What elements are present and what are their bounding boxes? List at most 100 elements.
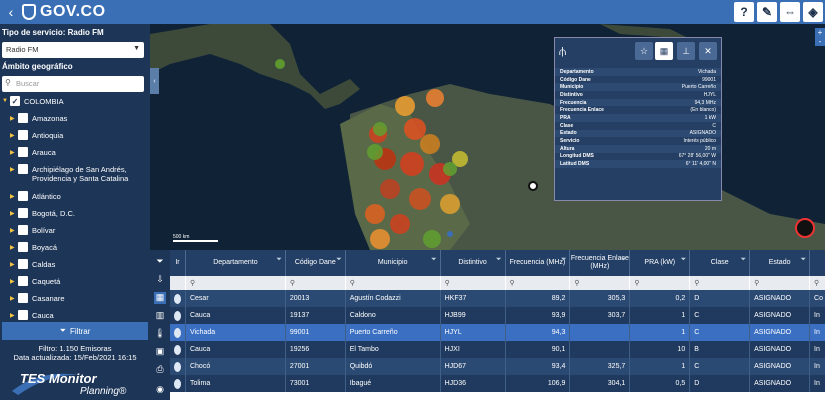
checkbox[interactable]: [18, 242, 28, 252]
column-header[interactable]: Frecuencia Enlace (MHz) ⏷: [570, 250, 631, 276]
back-button[interactable]: ‹: [0, 0, 22, 24]
column-header[interactable]: Frecuencia (MHz) ⏷: [506, 250, 571, 276]
column-filter-input[interactable]: [170, 276, 186, 290]
tree-item[interactable]: ▶ Amazonas: [10, 113, 67, 123]
checkbox[interactable]: [18, 164, 28, 174]
checkbox[interactable]: [18, 191, 28, 201]
checkbox[interactable]: [18, 293, 28, 303]
caret-right-icon[interactable]: ▶: [10, 193, 18, 200]
table-row[interactable]: Cauca 19137 Caldono HJB99 93,9 303,7 1 C ASIGNAD…: [170, 307, 825, 324]
checkbox[interactable]: [18, 259, 28, 269]
tree-item[interactable]: ▶ Cauca: [10, 310, 54, 320]
search-input[interactable]: ⚲ Buscar: [2, 76, 144, 92]
column-filter-input[interactable]: ⚲: [285, 276, 346, 290]
popup-table-button[interactable]: ▦: [655, 42, 673, 60]
filter-button[interactable]: ⏷ Filtrar: [2, 322, 148, 340]
column-filter-input[interactable]: ⚲: [690, 276, 751, 290]
tree-item[interactable]: ▶ Bolívar: [10, 225, 55, 235]
edit-button[interactable]: ✎: [757, 2, 777, 22]
column-header[interactable]: Departamento ⏷: [186, 250, 286, 276]
caret-right-icon[interactable]: ▶: [10, 261, 18, 268]
table-row[interactable]: Tolima 73001 Ibagué HJD36 106,9 304,1 0,5 D ASIG…: [170, 375, 825, 392]
checkbox[interactable]: [18, 113, 28, 123]
column-filter-input[interactable]: ⚲: [750, 276, 811, 290]
tree-item[interactable]: ▶ Boyacá: [10, 242, 57, 252]
column-filter-icon[interactable]: ⏷: [741, 256, 747, 264]
table-icon[interactable]: ▦: [154, 292, 166, 304]
service-select[interactable]: Radio FM ▼: [2, 42, 144, 58]
tree-item[interactable]: ▶ Atlántico: [10, 191, 61, 201]
column-header[interactable]: Código Dane ⏷: [286, 250, 346, 276]
column-filter-input[interactable]: ⚲: [345, 276, 441, 290]
caret-down-icon[interactable]: ▼: [2, 98, 10, 104]
tree-item[interactable]: ▶ Casanare: [10, 293, 65, 303]
compass-icon[interactable]: [795, 218, 815, 238]
column-filter-input[interactable]: ⚲: [810, 276, 825, 290]
checkbox[interactable]: [18, 208, 28, 218]
column-header[interactable]: Municipio ⏷: [346, 250, 441, 276]
resize-button[interactable]: ⇔: [780, 2, 800, 22]
column-filter-icon[interactable]: ⏷: [276, 256, 282, 264]
tree-item[interactable]: ▶ Caquetá: [10, 276, 60, 286]
column-filter-input[interactable]: ⚲: [440, 276, 506, 290]
column-filter-icon[interactable]: ⏷: [561, 256, 567, 264]
column-header[interactable]: Clase ⏷: [690, 250, 751, 276]
row-locate-cell[interactable]: [170, 341, 186, 358]
layers-button[interactable]: ◈: [803, 2, 823, 22]
checkbox[interactable]: [18, 147, 28, 157]
caret-right-icon[interactable]: ▶: [10, 312, 18, 319]
image-icon[interactable]: ▣: [154, 346, 166, 358]
map-view[interactable]: [150, 24, 825, 250]
column-filter-icon[interactable]: ⏷: [800, 256, 806, 264]
checkbox[interactable]: [18, 130, 28, 140]
row-locate-cell[interactable]: [170, 324, 186, 341]
column-header[interactable]: Distintivo ⏷: [441, 250, 506, 276]
caret-right-icon[interactable]: ▶: [10, 227, 18, 234]
column-filter-icon[interactable]: ⏷: [336, 256, 342, 264]
column-filter-input[interactable]: ⚲: [185, 276, 286, 290]
table-row[interactable]: Chocó 27001 Quibdó HJD67 93,4 325,7 1 C ASIGNADO…: [170, 358, 825, 375]
column-header[interactable]: Estado ⏷: [750, 250, 811, 276]
checkbox[interactable]: [18, 310, 28, 320]
column-filter-input[interactable]: ⚲: [505, 276, 571, 290]
caret-right-icon[interactable]: ▶: [10, 166, 18, 173]
row-locate-cell[interactable]: [170, 358, 186, 375]
chart-icon[interactable]: ▥: [154, 310, 166, 322]
caret-right-icon[interactable]: ▶: [10, 149, 18, 156]
popup-pin-button[interactable]: ⊥: [677, 42, 695, 60]
caret-right-icon[interactable]: ▶: [10, 244, 18, 251]
caret-right-icon[interactable]: ▶: [10, 295, 18, 302]
caret-right-icon[interactable]: ▶: [10, 210, 18, 217]
thermometer-icon[interactable]: 🌡︎: [154, 328, 166, 340]
column-filter-icon[interactable]: ⏷: [496, 256, 502, 264]
zoom-out-button[interactable]: -: [815, 37, 825, 46]
column-filter-input[interactable]: ⚲: [570, 276, 631, 290]
caret-right-icon[interactable]: ▶: [10, 115, 18, 122]
pdf-icon[interactable]: ⎙: [154, 364, 166, 376]
caret-right-icon[interactable]: ▶: [10, 278, 18, 285]
table-row[interactable]: Cesar 20013 Agustín Codazzi HKF37 89,2 305,3 0…: [170, 290, 825, 307]
tree-item[interactable]: ▼ ✓ COLOMBIA: [2, 96, 64, 106]
checkbox[interactable]: [18, 276, 28, 286]
row-locate-cell[interactable]: [170, 375, 186, 392]
export-icon[interactable]: ⇩: [154, 274, 166, 286]
row-locate-cell[interactable]: [170, 307, 186, 324]
table-row[interactable]: Cauca 19256 El Tambo HJXI 90,1 10 B ASIGNADO In: [170, 341, 825, 358]
eye-icon[interactable]: ◉: [154, 384, 166, 396]
column-header[interactable]: PRA (kW) ⏷: [630, 250, 691, 276]
tree-item[interactable]: ▶ Arauca: [10, 147, 56, 157]
tree-item[interactable]: ▶ Archipiélago de San Andrés,: [10, 164, 127, 174]
column-filter-icon[interactable]: ⏷: [681, 256, 687, 264]
popup-star-button[interactable]: ☆: [635, 42, 653, 60]
popup-close-button[interactable]: ✕: [699, 42, 717, 60]
tree-item[interactable]: ▶ Bogotá, D.C.: [10, 208, 75, 218]
caret-right-icon[interactable]: ▶: [10, 132, 18, 139]
table-row[interactable]: Vichada 99001 Puerto Carreño HJYL 94,3 1 C ASIG…: [170, 324, 825, 341]
checkbox[interactable]: [18, 225, 28, 235]
row-locate-cell[interactable]: [170, 290, 186, 307]
column-header[interactable]: Ir: [170, 250, 186, 276]
column-filter-icon[interactable]: ⏷: [621, 256, 627, 264]
tree-item[interactable]: ▶ Caldas: [10, 259, 55, 269]
column-filter-input[interactable]: ⚲: [630, 276, 691, 290]
column-filter-icon[interactable]: ⏷: [431, 256, 437, 264]
